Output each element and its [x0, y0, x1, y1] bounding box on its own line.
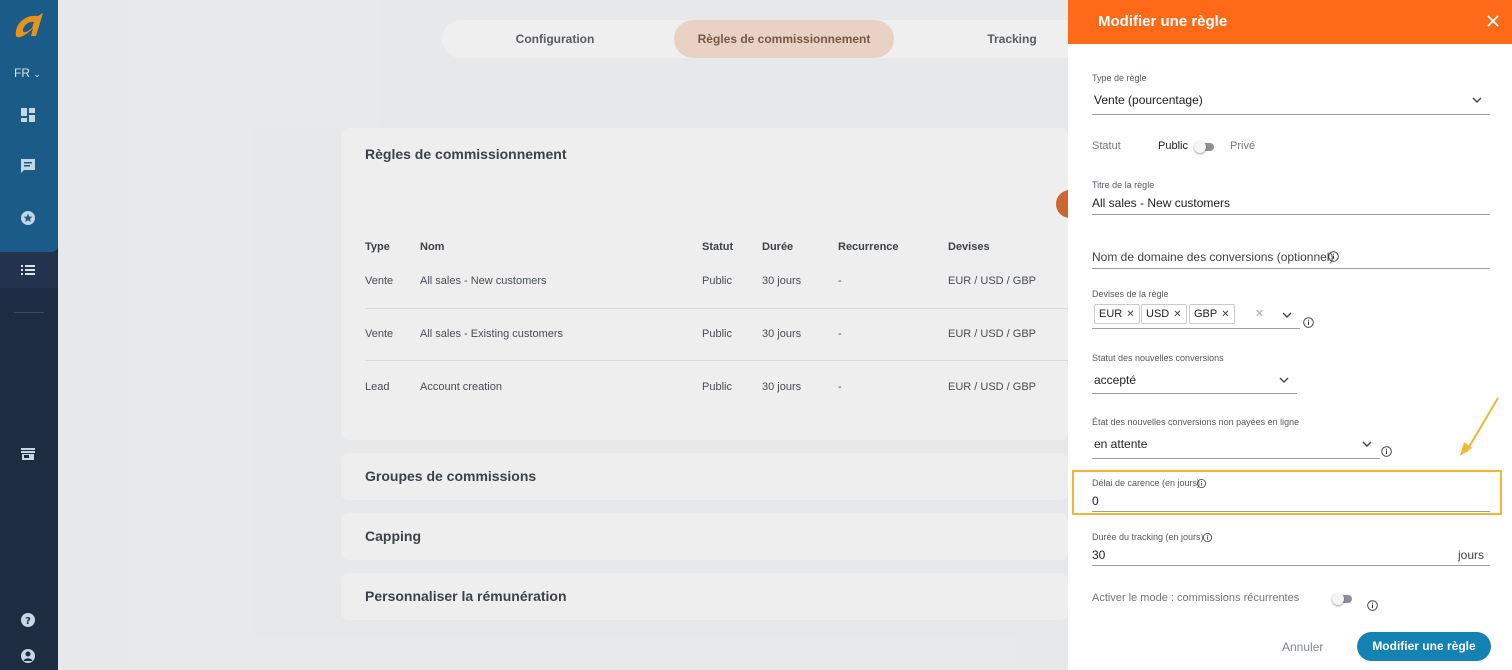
status-label: Statut: [1092, 140, 1121, 152]
tracking-duration-input[interactable]: 30: [1092, 548, 1105, 562]
recurring-toggle[interactable]: [1332, 593, 1354, 605]
clear-icon[interactable]: ✕: [1255, 307, 1264, 320]
grace-period-input[interactable]: 0: [1092, 494, 1099, 508]
tracking-duration-unit: jours: [1458, 548, 1485, 562]
chevron-down-icon[interactable]: [1472, 97, 1482, 103]
currencies-label: Devises de la règle: [1092, 289, 1169, 299]
status-toggle[interactable]: [1194, 141, 1216, 153]
currency-chip[interactable]: GBP ✕: [1189, 304, 1235, 324]
grace-period-label: Délai de carence (en jours): [1092, 478, 1201, 488]
info-icon[interactable]: [1367, 600, 1378, 611]
rule-type-select[interactable]: Vente (pourcentage): [1094, 93, 1203, 107]
chevron-down-icon[interactable]: [1362, 441, 1372, 447]
tracking-duration-underline: [1092, 565, 1490, 566]
info-icon[interactable]: [1303, 317, 1314, 328]
close-icon[interactable]: [1486, 14, 1500, 28]
domain-underline: [1092, 268, 1490, 269]
unpaid-state-select[interactable]: en attente: [1094, 437, 1147, 451]
new-conversions-status-select[interactable]: accepté: [1094, 373, 1136, 387]
status-private-label: Privé: [1230, 140, 1256, 152]
unpaid-state-underline: [1092, 458, 1380, 459]
tracking-duration-label: Durée du tracking (en jours): [1092, 532, 1204, 542]
remove-chip-icon[interactable]: ✕: [1126, 309, 1134, 320]
highlight-box: [1072, 470, 1502, 515]
rule-title-underline: [1092, 214, 1490, 215]
rule-type-underline: [1092, 114, 1490, 115]
status-public-label: Public: [1158, 140, 1188, 152]
modal-backdrop[interactable]: [0, 0, 1068, 670]
cancel-button[interactable]: Annuler: [1282, 640, 1323, 654]
unpaid-state-label: État des nouvelles conversions non payée…: [1092, 417, 1300, 427]
info-icon[interactable]: [1381, 446, 1392, 457]
chevron-down-icon[interactable]: [1279, 377, 1289, 383]
recurring-label: Activer le mode : commissions récurrente…: [1092, 592, 1300, 604]
submit-button[interactable]: Modifier une règle: [1357, 632, 1491, 661]
rule-title-label: Titre de la règle: [1092, 180, 1155, 190]
rule-type-label: Type de règle: [1092, 73, 1147, 83]
new-conversions-status-label: Statut des nouvelles conversions: [1092, 353, 1224, 363]
edit-rule-drawer: Modifier une règle Type de règle Vente (…: [1068, 0, 1512, 670]
new-conversions-status-underline: [1092, 393, 1297, 394]
domain-input[interactable]: Nom de domaine des conversions (optionne…: [1092, 250, 1333, 264]
drawer-title: Modifier une règle: [1098, 13, 1228, 30]
rule-title-input[interactable]: All sales - New customers: [1092, 196, 1230, 210]
currencies-underline: [1092, 328, 1300, 329]
remove-chip-icon[interactable]: ✕: [1221, 309, 1229, 320]
grace-period-underline: [1092, 511, 1490, 512]
info-icon[interactable]: [1197, 479, 1206, 488]
info-icon[interactable]: [1328, 251, 1339, 262]
remove-chip-icon[interactable]: ✕: [1173, 309, 1181, 320]
currency-chip[interactable]: EUR ✕: [1094, 304, 1140, 324]
info-icon[interactable]: [1203, 533, 1212, 542]
annotation-arrow-icon: [1456, 396, 1502, 460]
drawer-header: Modifier une règle: [1068, 0, 1512, 44]
currency-chip[interactable]: USD ✕: [1141, 304, 1187, 324]
chevron-down-icon[interactable]: [1282, 312, 1292, 318]
